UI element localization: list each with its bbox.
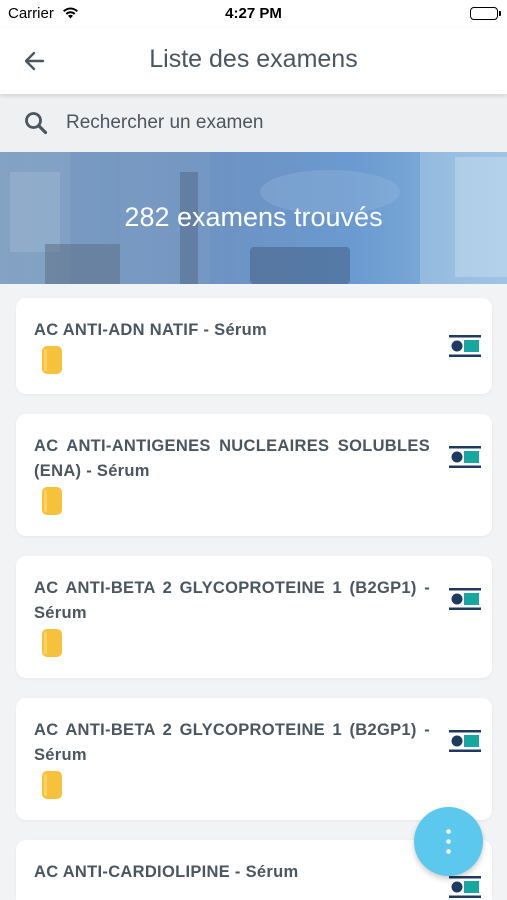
exam-name: AC ANTI-ADN NATIF - Sérum <box>34 321 267 339</box>
clock: 4:27 PM <box>225 5 282 22</box>
exam-name: AC ANTI-ANTIGENES NUCLEAIRES SOLUBLES (E… <box>34 437 430 480</box>
document-icon[interactable] <box>449 874 481 900</box>
yellow-tube-icon <box>42 629 62 657</box>
results-count: 282 examens trouvés <box>124 202 383 232</box>
search-icon <box>24 111 48 135</box>
yellow-tube-icon <box>42 771 62 799</box>
document-icon[interactable] <box>449 444 481 470</box>
exam-card[interactable]: AC ANTI-BETA 2 GLYCOPROTEINE 1 (B2GP1) -… <box>16 556 492 678</box>
battery-icon <box>470 7 501 20</box>
search-bar <box>0 94 507 152</box>
yellow-tube-icon <box>42 487 62 515</box>
document-icon[interactable] <box>449 586 481 612</box>
more-actions-button[interactable] <box>414 807 483 876</box>
exam-card[interactable]: AC ANTI-ANTIGENES NUCLEAIRES SOLUBLES (E… <box>16 414 492 536</box>
results-banner: 282 examens trouvés <box>0 152 507 284</box>
exam-card[interactable]: AC ANTI-ADN NATIF - Sérum <box>16 298 492 394</box>
document-icon[interactable] <box>449 333 481 359</box>
exam-name: AC ANTI-CARDIOLIPINE - Sérum <box>34 863 299 881</box>
exam-name: AC ANTI-BETA 2 GLYCOPROTEINE 1 (B2GP1) -… <box>34 579 430 622</box>
search-input[interactable] <box>66 108 466 138</box>
more-vertical-icon <box>446 829 451 854</box>
document-icon[interactable] <box>449 728 481 754</box>
status-bar: Carrier 4:27 PM <box>0 0 507 28</box>
exam-card[interactable]: AC ANTI-BETA 2 GLYCOPROTEINE 1 (B2GP1) -… <box>16 698 492 820</box>
exam-name: AC ANTI-BETA 2 GLYCOPROTEINE 1 (B2GP1) -… <box>34 721 430 764</box>
yellow-tube-icon <box>42 346 62 374</box>
page-title: Liste des examens <box>149 45 358 73</box>
app-header: Liste des examens <box>0 28 507 94</box>
